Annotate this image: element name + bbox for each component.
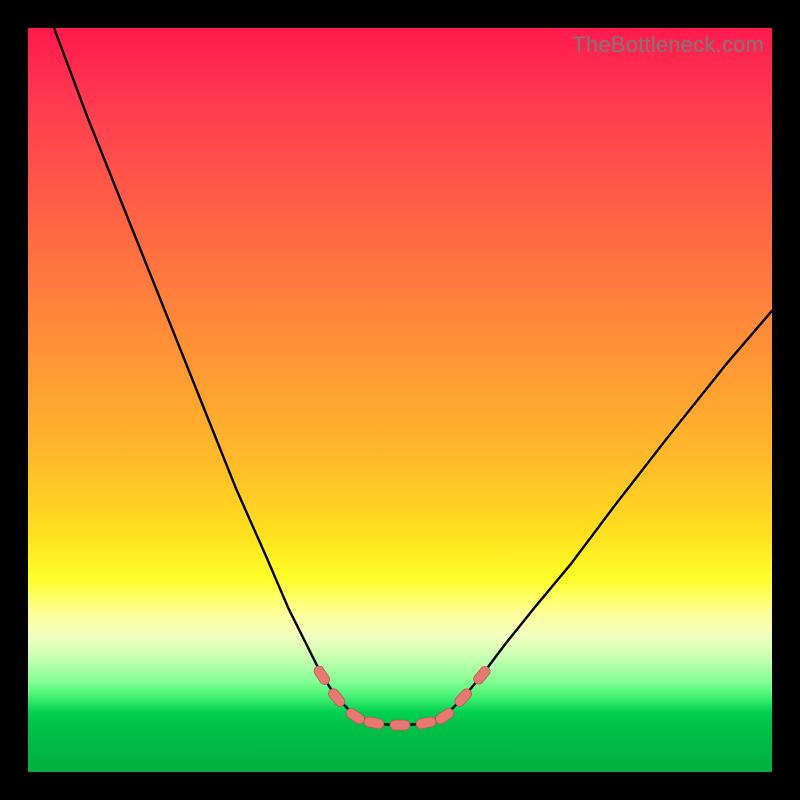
curve-marker bbox=[390, 720, 410, 730]
curve-svg bbox=[28, 28, 772, 772]
curve-marker bbox=[434, 706, 456, 726]
marker-group bbox=[312, 664, 492, 730]
chart-frame: TheBottleneck.com bbox=[0, 0, 800, 800]
bottleneck-curve bbox=[54, 28, 772, 725]
curve-marker bbox=[312, 664, 331, 686]
curve-marker bbox=[415, 716, 437, 730]
watermark-text: TheBottleneck.com bbox=[572, 32, 764, 58]
plot-area: TheBottleneck.com bbox=[28, 28, 772, 772]
curve-marker bbox=[363, 716, 385, 730]
curve-marker bbox=[344, 706, 366, 726]
